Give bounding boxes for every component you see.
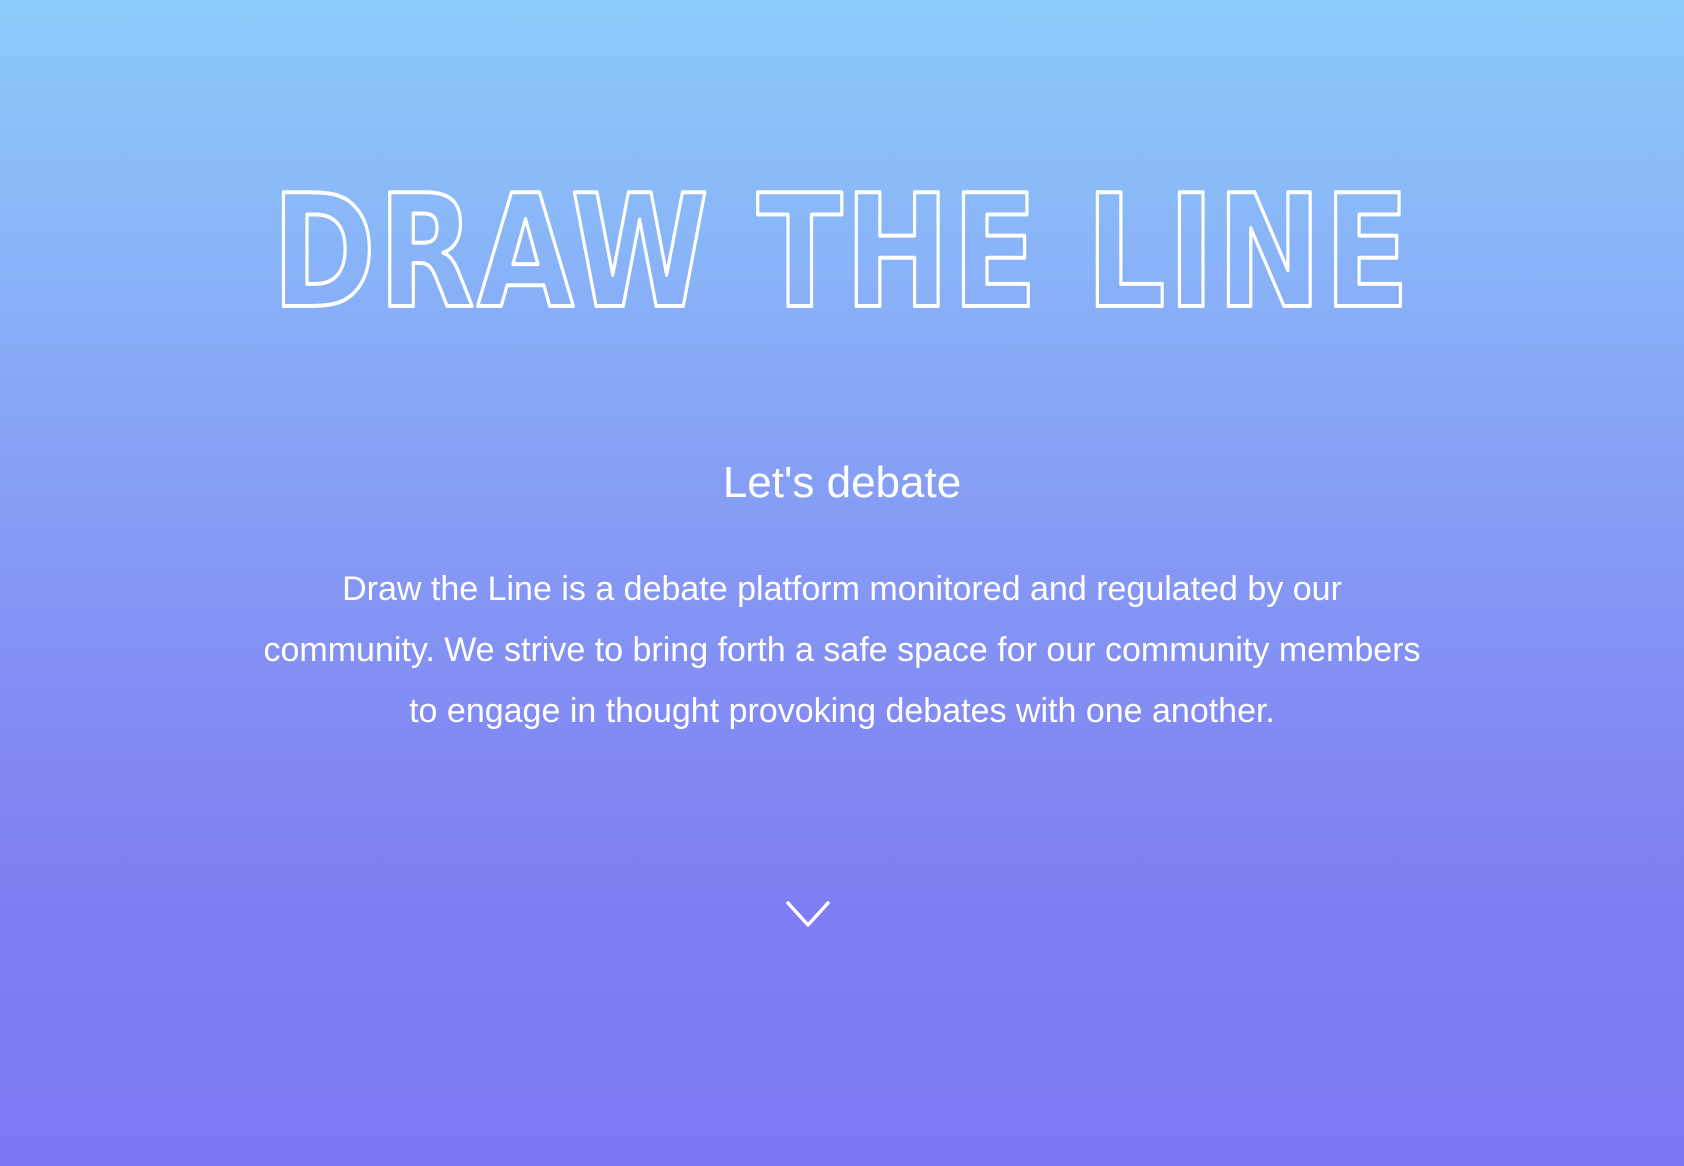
hero-title: DRAW THE LINE (270, 178, 1412, 328)
hero-section: DRAW THE LINE Let's debate Draw the Line… (0, 0, 1684, 1166)
scroll-down-button[interactable] (782, 895, 834, 935)
hero-title-text: DRAW THE LINE (272, 178, 1412, 328)
tagline: Let's debate (722, 458, 962, 507)
chevron-down-icon (786, 901, 830, 927)
description: Draw the Line is a debate platform monit… (263, 570, 1421, 730)
